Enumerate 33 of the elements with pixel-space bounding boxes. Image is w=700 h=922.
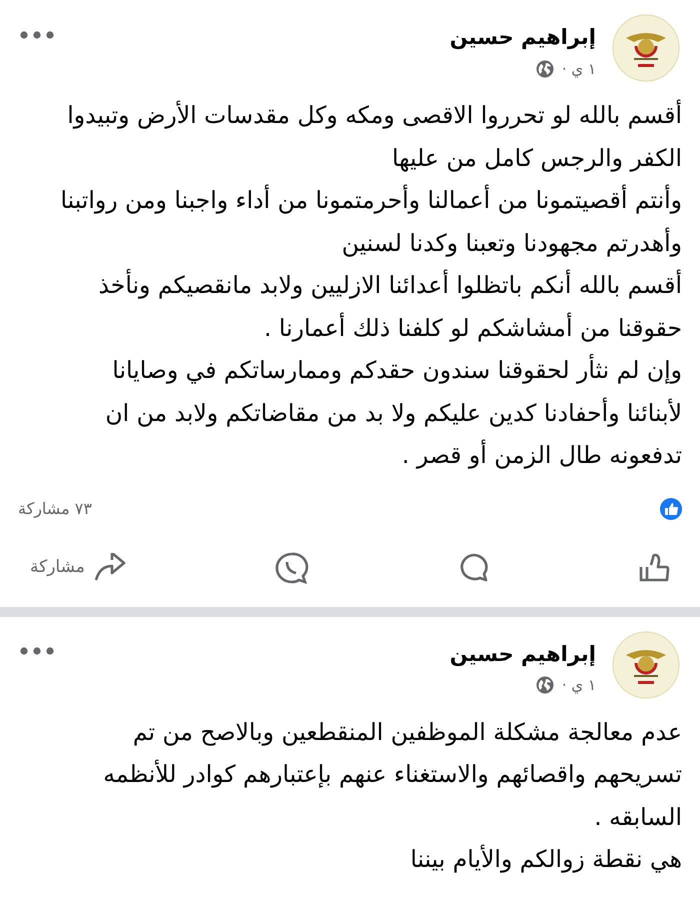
post-text-line: وأنتم أقصيتمونا من أعمالنا وأحرمتمونا من أداء واجبنا ومن رواتبنا <box>59 184 682 216</box>
share-count[interactable]: ٧٣ مشاركة <box>18 496 92 520</box>
like-button[interactable] <box>638 552 670 582</box>
avatar-icon[interactable] <box>612 14 680 82</box>
thumbs-up-icon <box>638 552 670 582</box>
post-text-line: أقسم بالله لو تحرروا الاقصى ومكه وكل مقدسات الأرض وتبيدوا <box>66 98 682 131</box>
globe-icon <box>536 676 554 694</box>
post-text-line: تسريحهم واقصائهم والاستغناء عنهم بإعتبارهم كوادر للأنظمه <box>102 758 682 790</box>
post-text-line: تدفعونه طال الزمن أو قصر . <box>400 438 682 471</box>
more-options-icon[interactable] <box>20 30 54 39</box>
globe-icon <box>536 60 554 78</box>
post-time: ١ ي · <box>562 58 596 80</box>
post-text-line: حقوقنا من أمشاشكم لو كلفنا ذلك أعمارنا . <box>262 312 682 344</box>
post-text-line: لأبنائنا وأحفادنا كدين عليكم ولا بد من مقاضاتكم ولابد من ان <box>104 396 682 429</box>
like-reaction-icon[interactable] <box>660 498 682 520</box>
post-text-line: السابقه . <box>593 802 682 832</box>
send-button[interactable] <box>275 550 310 584</box>
share-button[interactable]: مشاركة <box>30 552 127 582</box>
chat-bubble-icon <box>275 550 310 584</box>
share-icon <box>92 552 127 582</box>
post-text-line: الكفر والرجس كامل من عليها <box>391 142 682 174</box>
more-options-icon[interactable] <box>20 647 54 656</box>
post-text-line: أقسم بالله أنكم باتظلوا أعدائنا الازليين ولابد مانقصيكم ونأخذ <box>14 264 682 306</box>
avatar-icon[interactable] <box>612 630 680 698</box>
post-text-line: وإن لم نثأر لحقوقنا سندون حقدكم وممارساتكم في وصايانا <box>14 349 682 392</box>
comment-button[interactable] <box>458 552 490 584</box>
post-text-line: هي نقطة زوالكم والأيام بيننا <box>409 844 682 875</box>
post-text-line: عدم معالجة مشكلة الموظفين المنقطعين وبالاصح من تم <box>132 716 682 748</box>
post-time: ١ ي · <box>562 675 596 696</box>
author-name[interactable]: إبراهيم حسين <box>450 638 596 670</box>
author-name[interactable]: إبراهيم حسين <box>450 22 596 54</box>
post-text-line: وأهدرتم مجهودنا وتعبنا وكدنا لسنين <box>340 226 682 259</box>
comment-icon <box>458 552 490 584</box>
